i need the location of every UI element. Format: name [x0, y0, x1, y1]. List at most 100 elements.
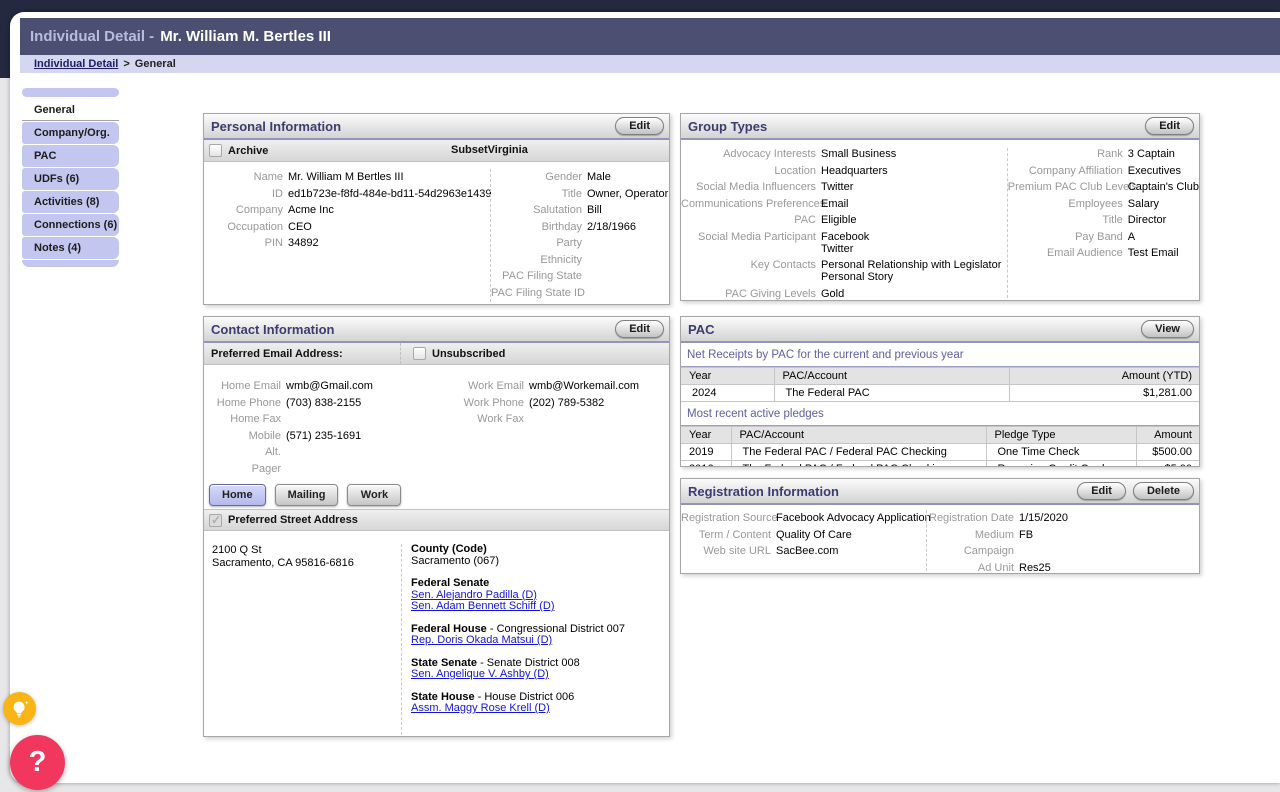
archive-label: Archive: [228, 145, 268, 157]
contact-home-column: Home Emailwmb@Gmail.com Home Phone(703) …: [204, 378, 444, 477]
field-label: PAC: [681, 214, 821, 226]
legislator-link[interactable]: Rep. Doris Okada Matsui (D): [411, 635, 552, 647]
federal-senate-block: Federal Senate Sen. Alejandro Padilla (D…: [411, 578, 669, 613]
breadcrumb-separator: >: [123, 58, 129, 70]
state-house-block: State House - House District 006 Assm. M…: [411, 692, 669, 715]
idea-button[interactable]: [3, 692, 36, 725]
contact-work-column: Work Emailwmb@Workemail.com Work Phone(2…: [444, 378, 669, 477]
sidebar-item-general[interactable]: General: [22, 99, 119, 121]
field-label: Title: [1008, 214, 1128, 226]
legislator-link[interactable]: Sen. Angelique V. Ashby (D): [411, 669, 549, 681]
table-row: 2016 The Federal PAC / Federal PAC Check…: [681, 461, 1199, 468]
field-label: Home Email: [204, 378, 286, 395]
tab-home[interactable]: Home: [209, 484, 266, 506]
delete-button[interactable]: Delete: [1133, 482, 1194, 500]
field-value: Email: [821, 198, 849, 210]
field-label: Mobile: [204, 428, 286, 445]
tab-work[interactable]: Work: [347, 484, 401, 506]
field-value: Personal Relationship with LegislatorPer…: [821, 259, 1001, 283]
page-title: Individual Detail - Mr. William M. Bertl…: [20, 18, 1280, 55]
field-label: Advocacy Interests: [681, 148, 821, 160]
pac-panel: PAC View Net Receipts by PAC for the cur…: [680, 316, 1200, 467]
field-value: CEO: [288, 219, 312, 236]
field-value: Facebook Advocacy Application: [776, 510, 931, 527]
legislator-link[interactable]: Assm. Maggy Rose Krell (D): [411, 703, 550, 715]
sidebar-item-connections[interactable]: Connections (6): [22, 214, 119, 236]
field-label: Term / Content: [681, 527, 776, 544]
group-types-panel: Group Types Edit Advocacy InterestsSmall…: [680, 113, 1200, 301]
field-value: Small Business: [821, 148, 896, 160]
field-value: Gold: [821, 288, 844, 300]
sidebar-tail: [22, 260, 119, 267]
subset-label: SubsetVirginia: [451, 144, 528, 156]
field-label: Campaign: [927, 543, 1019, 560]
panel-title: Registration Information: [688, 484, 1077, 499]
table-header-row: Year PAC/Account Pledge Type Amount: [681, 427, 1199, 444]
table-header-row: Year PAC/Account Amount (YTD): [681, 368, 1199, 385]
edit-button[interactable]: Edit: [1145, 117, 1194, 135]
tab-mailing[interactable]: Mailing: [275, 484, 339, 506]
recent-pledges-link[interactable]: Most recent active pledges: [687, 408, 824, 420]
state-senate-block: State Senate - Senate District 008 Sen. …: [411, 658, 669, 681]
field-value: 3 Captain: [1128, 148, 1175, 160]
federal-house-block: Federal House - Congressional District 0…: [411, 624, 669, 647]
unsubscribed-checkbox[interactable]: [413, 347, 426, 360]
sidebar-item-pac[interactable]: PAC: [22, 145, 119, 167]
field-value: Salary: [1128, 198, 1159, 210]
field-value: Captain's Club: [1128, 181, 1199, 193]
breadcrumb: Individual Detail > General: [20, 55, 1280, 73]
preferred-street-label: Preferred Street Address: [228, 514, 358, 526]
field-value: A: [1128, 231, 1135, 243]
net-receipts-link[interactable]: Net Receipts by PAC for the current and …: [687, 349, 964, 361]
edit-button[interactable]: Edit: [615, 117, 664, 135]
field-label: Party: [491, 235, 587, 252]
field-label: Web site URL: [681, 543, 776, 560]
field-label: Company Affiliation: [1008, 165, 1128, 177]
field-label: Rank: [1008, 148, 1128, 160]
registration-right-column: Registration Date1/15/2020 MediumFB Camp…: [926, 510, 1199, 571]
view-button[interactable]: View: [1141, 320, 1194, 338]
field-label: Pay Band: [1008, 231, 1128, 243]
panel-title: PAC: [688, 322, 1141, 337]
sidebar-item-activities[interactable]: Activities (8): [22, 191, 119, 213]
field-label: Communications Preferences: [681, 198, 821, 210]
field-label: Work Phone: [444, 395, 529, 412]
field-value: wmb@Workemail.com: [529, 378, 639, 395]
edit-button[interactable]: Edit: [615, 320, 664, 338]
field-label: Company: [204, 202, 288, 219]
field-value: Executives: [1128, 165, 1181, 177]
field-label: Alt.: [204, 444, 286, 461]
personal-info-left-column: NameMr. William M Bertles III IDed1b723e…: [204, 169, 490, 302]
field-value: (571) 235-1691: [286, 428, 361, 445]
sidebar-item-company-org[interactable]: Company/Org.: [22, 122, 119, 144]
panel-title: Contact Information: [211, 322, 615, 337]
field-label: Work Fax: [444, 411, 529, 428]
archive-checkbox[interactable]: [209, 144, 222, 157]
field-label: Title: [491, 186, 587, 203]
field-value: FB: [1019, 527, 1033, 544]
edit-button[interactable]: Edit: [1077, 482, 1126, 500]
field-label: Birthday: [491, 219, 587, 236]
field-label: Pager: [204, 461, 286, 478]
field-value: wmb@Gmail.com: [286, 378, 373, 395]
field-label: Registration Source: [681, 510, 776, 527]
main-content-card: Individual Detail - Mr. William M. Bertl…: [10, 12, 1280, 783]
field-value: FacebookTwitter: [821, 231, 869, 255]
field-value: (703) 838-2155: [286, 395, 361, 412]
table-row: 2019 The Federal PAC / Federal PAC Check…: [681, 444, 1199, 461]
field-label: PIN: [204, 235, 288, 252]
help-button[interactable]: ?: [10, 735, 65, 790]
lightbulb-icon: [9, 698, 31, 720]
district-info: County (Code) Sacramento (067) Federal S…: [401, 544, 669, 735]
preferred-street-checkbox[interactable]: [209, 514, 222, 527]
panel-title: Group Types: [688, 119, 1145, 134]
preferred-email-label: Preferred Email Address:: [204, 348, 343, 360]
field-value: 34892: [288, 235, 319, 252]
county-block: County (Code) Sacramento (067): [411, 544, 669, 567]
legislator-link[interactable]: Sen. Adam Bennett Schiff (D): [411, 601, 554, 613]
sidebar-item-udfs[interactable]: UDFs (6): [22, 168, 119, 190]
field-value: Bill: [587, 202, 602, 219]
sidebar-item-notes[interactable]: Notes (4): [22, 237, 119, 259]
group-types-right-column: Rank3 Captain Company AffiliationExecuti…: [1007, 148, 1199, 298]
breadcrumb-link[interactable]: Individual Detail: [34, 58, 118, 70]
